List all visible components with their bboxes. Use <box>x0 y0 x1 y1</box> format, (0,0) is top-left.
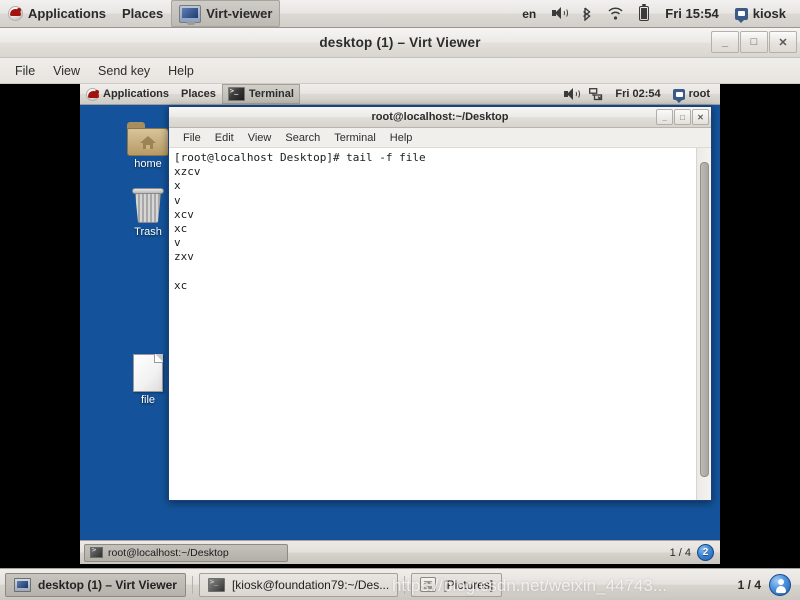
terminal-window-controls: _ □ ✕ <box>656 109 709 125</box>
wifi-indicator[interactable] <box>600 0 631 27</box>
host-applications-label: Applications <box>28 6 107 21</box>
terminal-icon <box>90 546 103 558</box>
vm-user-label: root <box>688 88 710 100</box>
taskbar-separator <box>404 575 406 594</box>
terminal-maximize-button[interactable]: □ <box>674 109 691 125</box>
vm-clock-label: Fri 02:54 <box>615 88 661 100</box>
user-badge-icon[interactable] <box>769 573 791 596</box>
host-applications-menu[interactable]: Applications <box>0 0 114 27</box>
volume-indicator[interactable] <box>544 0 574 27</box>
monitor-icon <box>179 4 202 25</box>
vm-task-button-terminal[interactable]: root@localhost:~/Desktop <box>84 543 288 562</box>
terminal-scrollbar-thumb[interactable] <box>700 162 709 477</box>
virt-viewer-title: desktop (1) – Virt Viewer <box>319 35 481 50</box>
keyboard-layout-label: en <box>522 6 537 21</box>
wifi-icon <box>608 7 623 20</box>
menu-send-key[interactable]: Send key <box>89 61 159 81</box>
host-taskbar: desktop (1) – Virt Viewer [kiosk@foundat… <box>0 568 800 600</box>
maximize-button[interactable]: □ <box>740 31 768 53</box>
battery-indicator[interactable] <box>631 0 657 27</box>
terminal-menu-help[interactable]: Help <box>383 130 420 146</box>
virt-viewer-menubar: File View Send key Help <box>0 58 800 84</box>
virt-viewer-display-area[interactable]: Applications Places Terminal <box>0 84 800 568</box>
host-workspace-switcher[interactable]: 1 / 4 <box>737 573 795 596</box>
redhat-logo-icon <box>8 6 23 21</box>
menu-file[interactable]: File <box>6 61 44 81</box>
terminal-close-button[interactable]: ✕ <box>692 109 709 125</box>
virt-viewer-window: desktop (1) – Virt Viewer _ □ ✕ File Vie… <box>0 28 800 568</box>
speaker-icon <box>564 88 581 100</box>
battery-icon <box>639 3 650 21</box>
terminal-menu-file[interactable]: File <box>176 130 208 146</box>
vm-workspace-label: 1 / 4 <box>669 546 691 559</box>
terminal-minimize-button[interactable]: _ <box>656 109 673 125</box>
host-task-virt-viewer-label: desktop (1) – Virt Viewer <box>38 577 177 592</box>
terminal-menu-search[interactable]: Search <box>278 130 327 146</box>
menu-help[interactable]: Help <box>159 61 203 81</box>
terminal-icon <box>227 87 245 101</box>
user-icon <box>672 88 685 103</box>
host-clock-label: Fri 15:54 <box>665 6 719 21</box>
file-manager-icon <box>420 577 437 592</box>
terminal-output[interactable]: [root@localhost Desktop]# tail -f file x… <box>169 148 696 500</box>
host-user-menu[interactable]: kiosk <box>727 0 794 27</box>
monitor-icon <box>14 577 31 592</box>
host-task-pictures[interactable]: [Pictures] <box>411 572 503 597</box>
host-task-shell[interactable]: [kiosk@foundation79:~/Des... <box>198 572 399 597</box>
vm-user-menu[interactable]: root <box>667 84 716 104</box>
vm-applications-menu[interactable]: Applications <box>80 84 175 104</box>
vm-applications-label: Applications <box>103 88 170 100</box>
user-icon <box>734 7 748 23</box>
host-places-label: Places <box>122 6 164 21</box>
terminal-menu-edit[interactable]: Edit <box>208 130 241 146</box>
taskbar-separator <box>191 575 193 594</box>
speaker-icon <box>552 7 569 20</box>
vm-task-button-label: root@localhost:~/Desktop <box>108 546 229 559</box>
host-task-virt-viewer[interactable]: desktop (1) – Virt Viewer <box>5 572 186 597</box>
terminal-body[interactable]: [root@localhost Desktop]# tail -f file x… <box>169 148 711 500</box>
host-task-shell-label: [kiosk@foundation79:~/Des... <box>231 577 390 592</box>
keyboard-layout-indicator[interactable]: en <box>514 0 544 27</box>
close-button[interactable]: ✕ <box>769 31 797 53</box>
bluetooth-indicator[interactable] <box>574 0 600 27</box>
redhat-logo-icon <box>86 87 99 101</box>
vm-workspace-switcher[interactable]: 1 / 4 2 <box>670 544 716 561</box>
terminal-menu-terminal[interactable]: Terminal <box>327 130 383 146</box>
host-top-panel: Applications Places Virt-viewer en Fri 1… <box>0 0 800 28</box>
terminal-scrollbar[interactable] <box>696 148 711 500</box>
terminal-icon <box>207 577 225 592</box>
vm-screen[interactable]: Applications Places Terminal <box>80 84 720 564</box>
host-workspace-label: 1 / 4 <box>737 577 761 592</box>
vm-top-panel: Applications Places Terminal <box>80 84 720 105</box>
vm-clock[interactable]: Fri 02:54 <box>609 84 666 104</box>
virt-viewer-titlebar[interactable]: desktop (1) – Virt Viewer _ □ ✕ <box>0 28 800 58</box>
terminal-window[interactable]: root@localhost:~/Desktop _ □ ✕ File Edit… <box>168 106 712 501</box>
vm-places-label: Places <box>181 88 216 100</box>
terminal-titlebar[interactable]: root@localhost:~/Desktop _ □ ✕ <box>169 107 711 128</box>
vm-notification-badge[interactable]: 2 <box>697 544 714 561</box>
terminal-title: root@localhost:~/Desktop <box>371 111 509 123</box>
virt-viewer-window-controls: _ □ ✕ <box>711 31 797 53</box>
bluetooth-icon <box>582 6 592 21</box>
terminal-menubar: File Edit View Search Terminal Help <box>169 128 711 148</box>
vm-taskbar: root@localhost:~/Desktop 1 / 4 2 <box>80 540 720 564</box>
host-window-button-label: Virt-viewer <box>206 6 273 21</box>
vm-places-menu[interactable]: Places <box>175 84 222 104</box>
host-places-menu[interactable]: Places <box>114 0 171 27</box>
menu-view[interactable]: View <box>44 61 89 81</box>
vm-network-indicator[interactable] <box>583 84 609 104</box>
network-disconnected-icon <box>589 87 603 101</box>
host-clock[interactable]: Fri 15:54 <box>657 0 726 27</box>
host-window-button-virt-viewer[interactable]: Virt-viewer <box>171 0 281 27</box>
host-task-pictures-label: [Pictures] <box>443 577 494 592</box>
minimize-button[interactable]: _ <box>711 31 739 53</box>
vm-window-button-terminal[interactable]: Terminal <box>221 84 300 104</box>
vm-volume-indicator[interactable] <box>558 84 583 104</box>
vm-window-button-label: Terminal <box>248 88 294 100</box>
terminal-menu-view[interactable]: View <box>241 130 279 146</box>
host-user-label: kiosk <box>752 6 786 21</box>
